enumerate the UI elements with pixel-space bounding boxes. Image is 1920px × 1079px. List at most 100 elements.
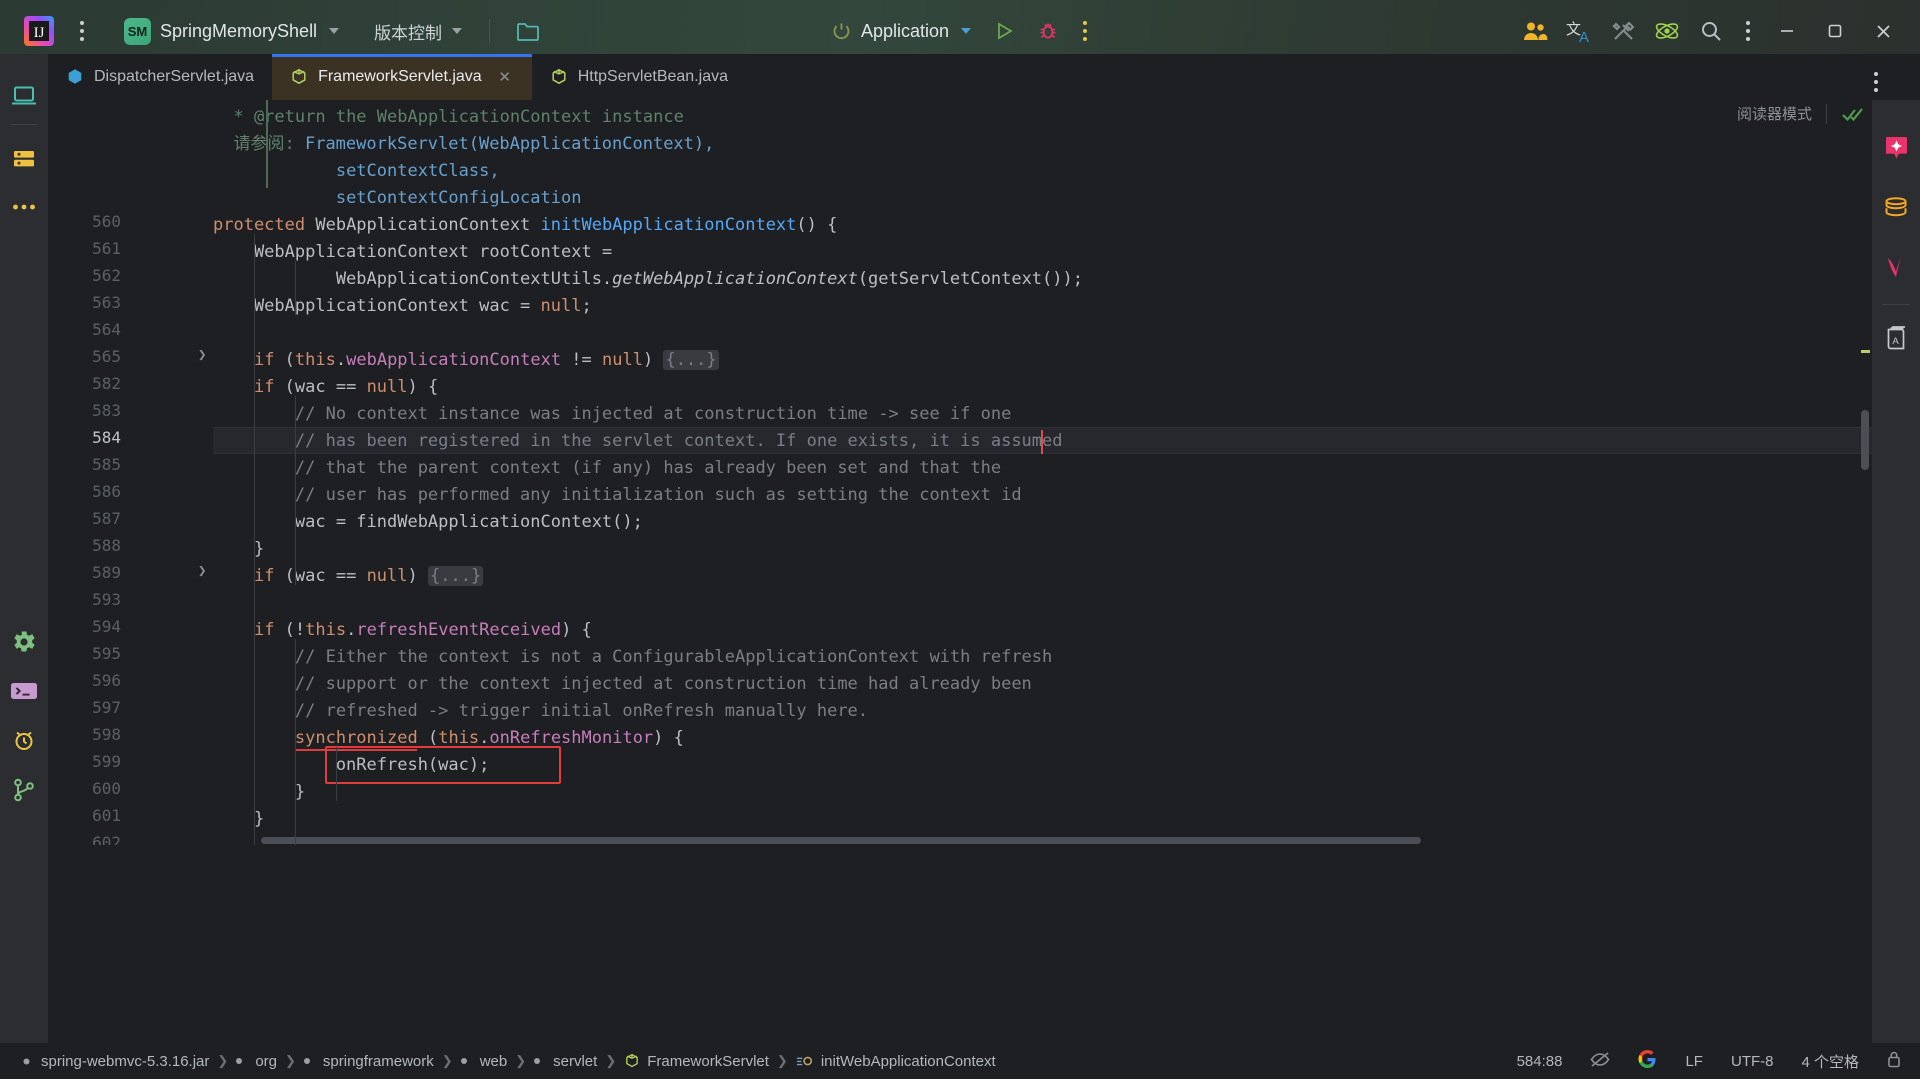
vertical-scrollbar-thumb[interactable] xyxy=(1861,410,1869,470)
code-token: refreshEventReceived xyxy=(356,620,562,640)
code-line[interactable]: if (this.webApplicationContext != null) … xyxy=(213,347,719,374)
breadcrumb-item[interactable]: servlet xyxy=(527,1051,604,1072)
horizontal-scrollbar-thumb[interactable] xyxy=(261,837,1421,844)
code-line[interactable]: } xyxy=(213,536,264,563)
editor-tabs-more-icon[interactable] xyxy=(1862,62,1890,102)
code-token: ; xyxy=(581,296,592,316)
atom-plugin-button[interactable] xyxy=(1646,11,1688,51)
breadcrumb-item[interactable]: spring-webmvc-5.3.16.jar xyxy=(12,1051,216,1072)
breadcrumb-item[interactable]: web xyxy=(454,1051,515,1072)
minimize-window-button[interactable] xyxy=(1764,9,1810,53)
run-configuration-selector[interactable]: Application xyxy=(821,15,981,48)
highlight-underline-synchronized xyxy=(294,749,418,751)
line-separator-widget[interactable]: LF xyxy=(1680,1050,1708,1073)
code-line[interactable]: WebApplicationContext rootContext = xyxy=(213,239,612,266)
open-folder-button[interactable] xyxy=(508,11,548,51)
code-line[interactable]: WebApplicationContextUtils.getWebApplica… xyxy=(213,266,1083,293)
fold-expand-icon[interactable]: ❯ xyxy=(198,347,206,363)
code-line[interactable]: synchronized (this.onRefreshMonitor) { xyxy=(213,725,684,752)
sidebar-item-more-tools[interactable] xyxy=(0,183,48,231)
sidebar-item-vue-plugin[interactable] xyxy=(1872,244,1920,292)
horizontal-scrollbar[interactable] xyxy=(261,835,1731,845)
code-line[interactable]: if (!this.refreshEventReceived) { xyxy=(213,617,592,644)
code-line[interactable]: 请参阅: FrameworkServlet(WebApplicationCont… xyxy=(213,131,714,158)
sidebar-item-project[interactable] xyxy=(0,72,48,120)
close-tab-icon[interactable]: ✕ xyxy=(496,68,514,86)
code-token: if xyxy=(253,566,275,586)
sidebar-item-terminal[interactable] xyxy=(0,667,48,715)
dictionary-book-icon: A xyxy=(1887,326,1905,350)
sidebar-item-problems[interactable] xyxy=(0,716,48,764)
inspections-widget[interactable] xyxy=(1585,1048,1615,1075)
breadcrumb-item[interactable]: org xyxy=(229,1051,284,1072)
more-run-options-icon[interactable] xyxy=(1071,11,1099,51)
editor-gutter[interactable]: 560 561 562 563 564 565 ❯ 582 583 584 585 586 587 588… xyxy=(48,100,213,845)
line-number: 565 xyxy=(92,347,121,366)
sidebar-item-commit[interactable] xyxy=(0,135,48,183)
code-line[interactable]: protected WebApplicationContext initWebA… xyxy=(213,212,837,239)
breadcrumb-item[interactable]: initWebApplicationContext xyxy=(789,1051,1003,1072)
run-button[interactable] xyxy=(983,11,1025,51)
indent-widget[interactable]: 4 个空格 xyxy=(1796,1048,1864,1075)
code-line[interactable]: } xyxy=(213,806,264,833)
code-token: ) xyxy=(642,350,664,370)
search-everywhere-button[interactable] xyxy=(1690,11,1732,51)
project-selector[interactable]: SM SpringMemoryShell xyxy=(114,13,349,50)
close-window-button[interactable] xyxy=(1860,9,1906,53)
debug-button[interactable] xyxy=(1027,11,1069,51)
code-line[interactable]: // that the parent context (if any) has … xyxy=(213,455,1001,482)
code-line[interactable]: // has been registered in the servlet co… xyxy=(213,428,1063,455)
code-token: ( xyxy=(274,350,295,370)
sidebar-item-database[interactable] xyxy=(1872,184,1920,232)
sidebar-item-git[interactable] xyxy=(0,766,48,814)
code-line[interactable]: // No context instance was injected at c… xyxy=(213,401,1011,428)
google-widget[interactable] xyxy=(1633,1047,1662,1076)
caret-position[interactable]: 584:88 xyxy=(1512,1050,1568,1073)
line-number: 597 xyxy=(92,698,121,717)
fold-expand-icon[interactable]: ❯ xyxy=(198,563,206,579)
method-icon xyxy=(796,1056,812,1066)
line-number: 560 xyxy=(92,212,121,231)
code-line[interactable]: * @return the WebApplicationContext inst… xyxy=(213,104,683,131)
encoding-widget[interactable]: UTF-8 xyxy=(1726,1050,1779,1073)
code-line[interactable]: if (wac == null) { xyxy=(213,374,438,401)
sidebar-item-settings[interactable] xyxy=(0,619,48,667)
tab-httpservletbean[interactable]: HttpServletBean.java xyxy=(532,54,746,100)
maximize-window-button[interactable] xyxy=(1812,9,1858,53)
chevron-down-icon xyxy=(961,28,972,34)
code-with-me-button[interactable] xyxy=(1514,11,1556,51)
intellij-idea-logo-icon[interactable]: IJ xyxy=(22,14,56,48)
hammer-wrench-icon xyxy=(1612,21,1634,40)
code-line[interactable]: setContextClass, xyxy=(213,158,500,185)
code-token: // has been registered in the servlet co… xyxy=(213,431,1063,451)
vcs-widget[interactable]: 版本控制 xyxy=(365,14,471,49)
main-menu-kebab-icon[interactable] xyxy=(68,11,96,51)
code-line[interactable]: // Either the context is not a Configura… xyxy=(213,644,1052,671)
breadcrumb-item[interactable]: springframework xyxy=(297,1051,441,1072)
code-line[interactable]: setContextConfigLocation xyxy=(213,185,582,212)
code-editor[interactable]: 560 561 562 563 564 565 ❯ 582 583 584 585 586 587 588… xyxy=(48,100,1872,845)
code-line[interactable]: wac = findWebApplicationContext(); xyxy=(213,509,643,536)
code-line[interactable]: // user has performed any initialization… xyxy=(213,482,1022,509)
tools-button[interactable] xyxy=(1602,11,1644,51)
code-line[interactable]: // support or the context injected at co… xyxy=(213,671,1032,698)
code-content[interactable]: * @return the WebApplicationContext inst… xyxy=(213,100,1872,845)
sidebar-item-ai-assistant[interactable] xyxy=(1872,124,1920,172)
code-token: // Either the context is not a Configura… xyxy=(213,647,1053,667)
translate-button[interactable]: 文 A xyxy=(1558,11,1600,51)
breadcrumb-separator: ❯ xyxy=(776,1053,788,1068)
code-line[interactable]: } xyxy=(213,779,305,806)
breadcrumb-item[interactable]: FrameworkServlet xyxy=(617,1051,776,1072)
code-token: WebApplicationContextUtils. xyxy=(213,269,613,289)
tab-frameworkservlet[interactable]: FrameworkServlet.java ✕ xyxy=(272,54,532,100)
more-options-icon[interactable] xyxy=(1734,11,1762,51)
tab-dispatcherservlet[interactable]: DispatcherServlet.java xyxy=(48,54,272,100)
code-line[interactable]: // refreshed -> trigger initial onRefres… xyxy=(213,698,868,725)
lock-widget[interactable] xyxy=(1882,1047,1906,1075)
reader-mode-widget[interactable]: 阅读器模式 xyxy=(1737,103,1865,124)
vertical-scrollbar[interactable] xyxy=(1858,100,1872,845)
sidebar-item-translation[interactable]: A xyxy=(1872,315,1920,363)
code-line[interactable]: WebApplicationContext wac = null; xyxy=(213,293,592,320)
